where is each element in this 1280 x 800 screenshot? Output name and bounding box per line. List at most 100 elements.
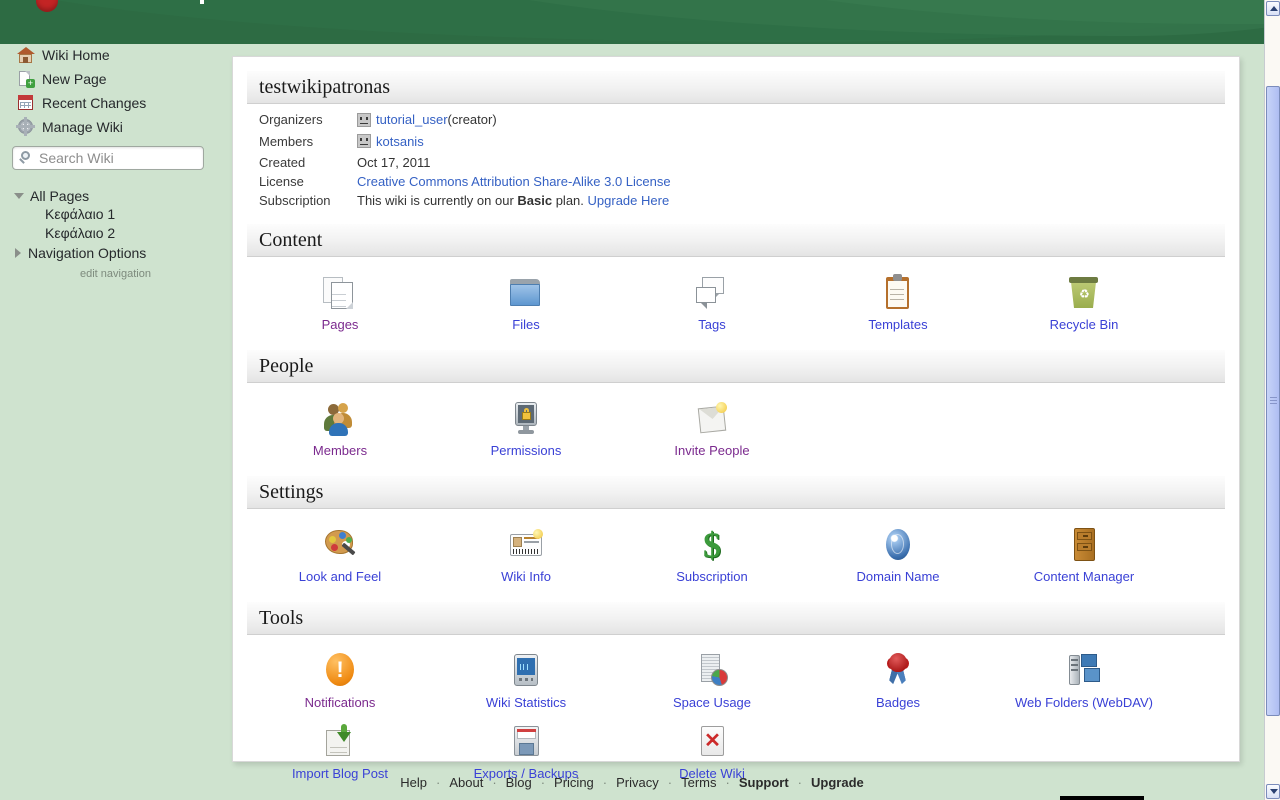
footer-link-upgrade[interactable]: Upgrade <box>811 775 864 790</box>
footer-link-pricing[interactable]: Pricing <box>554 775 594 790</box>
members-value: kotsanis <box>349 132 671 154</box>
chevron-down-icon[interactable] <box>14 192 24 199</box>
footer-separator: · <box>725 775 730 790</box>
footer-link-help[interactable]: Help <box>400 775 427 790</box>
tile-label: Wiki Statistics <box>485 695 567 710</box>
subscription-label: Subscription <box>259 193 331 208</box>
created-value: Oct 17, 2011 <box>357 155 431 170</box>
tile-files[interactable]: Files <box>433 269 619 340</box>
footer-link-support[interactable]: Support <box>739 775 789 790</box>
tile-permissions[interactable]: Permissions <box>433 395 619 466</box>
tile-tags[interactable]: Tags <box>619 269 805 340</box>
tile-space-usage[interactable]: Space Usage <box>619 647 805 718</box>
tile-templates[interactable]: Templates <box>805 269 991 340</box>
tile-label: Domain Name <box>856 569 940 584</box>
alert-icon: ! <box>320 651 360 691</box>
envelope-icon <box>692 399 732 439</box>
footer-link-about[interactable]: About <box>449 775 483 790</box>
section-title: Tools <box>259 606 304 629</box>
tree-node-navigation-options[interactable]: Navigation Options <box>0 243 222 262</box>
upgrade-here-link[interactable]: Upgrade Here <box>588 193 670 208</box>
tile-label: Recycle Bin <box>1049 317 1119 332</box>
webdav-icon <box>1064 651 1104 691</box>
sidebar-item-new-page[interactable]: + New Page <box>0 68 222 90</box>
scroll-up-button[interactable] <box>1266 1 1280 16</box>
section-tiles-content: Pages Files Tags Templates ♻ Recycle Bin <box>247 257 1225 350</box>
tile-recycle-bin[interactable]: ♻ Recycle Bin <box>991 269 1177 340</box>
site-logo-icon[interactable] <box>36 0 58 12</box>
member-user-link[interactable]: kotsanis <box>376 134 424 149</box>
tile-notifications[interactable]: ! Notifications <box>247 647 433 718</box>
id-card-icon <box>506 525 546 565</box>
space-usage-icon <box>692 651 732 691</box>
tree-item-chapter-2[interactable]: Κεφάλαιο 2 <box>0 224 222 243</box>
search-box[interactable] <box>12 146 204 170</box>
chevron-down-icon <box>1270 789 1278 794</box>
section-header-settings: Settings <box>247 476 1225 509</box>
tile-label: Invite People <box>674 443 750 458</box>
table-row: License Creative Commons Attribution Sha… <box>247 172 671 191</box>
sidebar-item-wiki-home[interactable]: Wiki Home <box>0 44 222 66</box>
site-banner <box>0 0 1264 44</box>
vertical-scrollbar[interactable] <box>1264 0 1280 800</box>
delete-icon: ✕ <box>692 722 732 762</box>
rosette-icon <box>878 651 918 691</box>
creator-suffix: (creator) <box>447 112 497 127</box>
wiki-title-bar: testwikipatronas <box>247 71 1225 104</box>
tile-badges[interactable]: Badges <box>805 647 991 718</box>
edit-navigation-link[interactable]: edit navigation <box>0 268 222 280</box>
members-label: Members <box>259 133 314 149</box>
recycle-bin-icon: ♻ <box>1064 273 1104 313</box>
footer-link-terms[interactable]: Terms <box>681 775 716 790</box>
created-label: Created <box>259 155 306 170</box>
subscription-text-post: plan. <box>552 193 588 208</box>
tile-subscription[interactable]: $ Subscription <box>619 521 805 592</box>
chevron-right-icon[interactable] <box>15 247 21 258</box>
organizer-user-link[interactable]: tutorial_user <box>376 112 448 127</box>
license-link[interactable]: Creative Commons Attribution Share-Alike… <box>357 174 671 189</box>
bottom-edge-marker <box>1060 796 1144 800</box>
logo-accent-mark <box>200 0 204 4</box>
organizers-value: tutorial_user (creator) <box>349 110 671 132</box>
pages-icon <box>320 273 360 313</box>
footer-link-blog[interactable]: Blog <box>506 775 532 790</box>
section-title: People <box>259 354 314 377</box>
tree-node-label: All Pages <box>30 187 90 204</box>
footer-separator: · <box>492 775 497 790</box>
tile-label: Tags <box>698 317 726 332</box>
tile-wiki-statistics[interactable]: Wiki Statistics <box>433 647 619 718</box>
scroll-down-button[interactable] <box>1266 784 1280 799</box>
footer-link-privacy[interactable]: Privacy <box>616 775 659 790</box>
section-title: Settings <box>259 480 324 503</box>
section-header-tools: Tools <box>247 602 1225 635</box>
scrollbar-thumb[interactable] <box>1266 86 1280 716</box>
tile-web-folders[interactable]: Web Folders (WebDAV) <box>991 647 1177 718</box>
tile-domain-name[interactable]: Domain Name <box>805 521 991 592</box>
sidebar-item-recent-changes[interactable]: Recent Changes <box>0 92 222 114</box>
avatar <box>357 112 371 127</box>
lock-monitor-icon <box>506 399 546 439</box>
sidebar-item-label: New Page <box>42 71 107 87</box>
table-row: Organizers tutorial_user (creator) <box>247 110 671 132</box>
tile-label: Web Folders (WebDAV) <box>1015 695 1153 710</box>
sidebar-item-manage-wiki[interactable]: Manage Wiki <box>0 116 222 138</box>
table-row: Subscription This wiki is currently on o… <box>247 191 671 210</box>
search-icon <box>17 150 37 166</box>
tile-members[interactable]: Members <box>247 395 433 466</box>
tile-label: Templates <box>868 317 928 332</box>
tile-pages[interactable]: Pages <box>247 269 433 340</box>
tile-look-and-feel[interactable]: Look and Feel <box>247 521 433 592</box>
tree-item-chapter-1[interactable]: Κεφάλαιο 1 <box>0 205 222 224</box>
tile-wiki-info[interactable]: Wiki Info <box>433 521 619 592</box>
members-icon <box>320 399 360 439</box>
tile-label: Pages <box>321 317 359 332</box>
tree-node-all-pages[interactable]: All Pages <box>0 186 222 205</box>
footer-separator: · <box>602 775 608 790</box>
tile-label: Wiki Info <box>501 569 551 584</box>
section-header-people: People <box>247 350 1225 383</box>
tile-invite-people[interactable]: Invite People <box>619 395 805 466</box>
tile-label: Badges <box>875 695 921 710</box>
section-header-content: Content <box>247 224 1225 257</box>
search-input[interactable] <box>37 150 199 166</box>
tile-content-manager[interactable]: Content Manager <box>991 521 1177 592</box>
